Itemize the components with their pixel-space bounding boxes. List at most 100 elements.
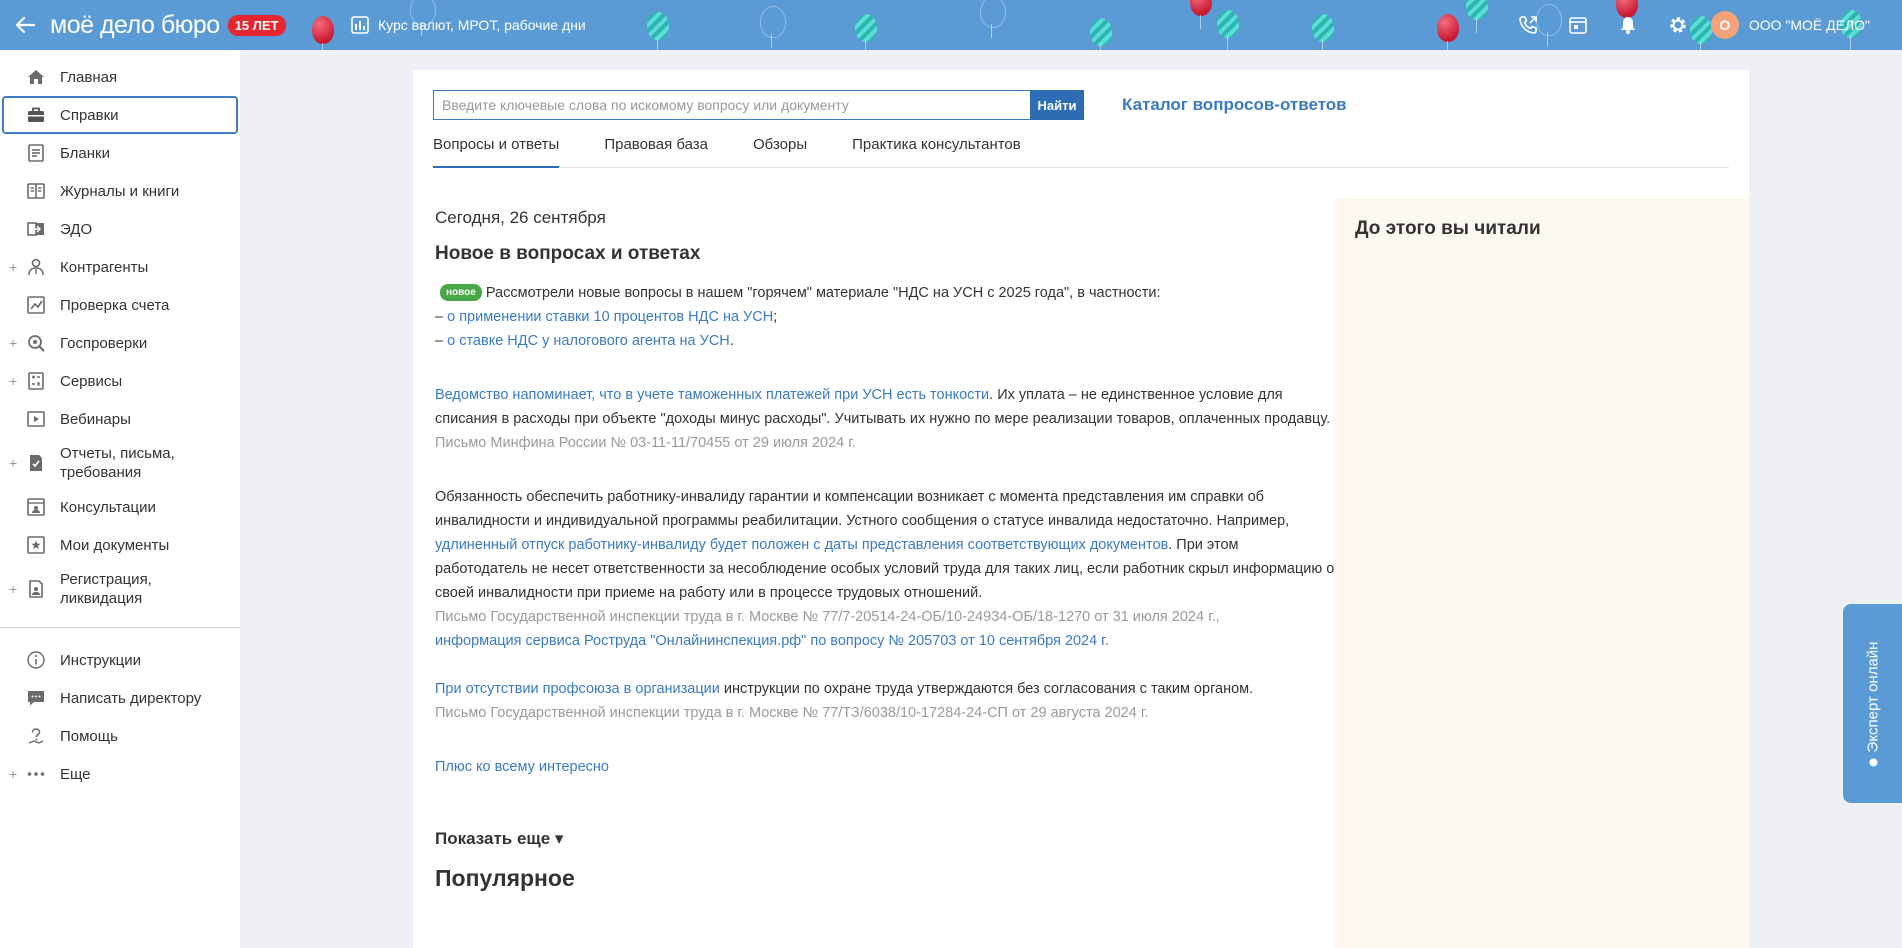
news-item: При отсутствии профсоюза в организации и…: [435, 677, 1335, 725]
tab-questions-answers[interactable]: Вопросы и ответы: [433, 136, 560, 168]
gear-icon[interactable]: [1653, 0, 1703, 50]
balloon-decoration: [980, 0, 1006, 38]
sidebar-item-edo[interactable]: ЭДО: [0, 210, 240, 248]
sidebar: Главная Справки Бланки Журналы и книги Э…: [0, 50, 240, 948]
rates-link-label: Курс валют, МРОТ, рабочие дни: [378, 17, 586, 33]
sidebar-item-instructions[interactable]: Инструкции: [0, 641, 240, 679]
sidebar-item-inspections[interactable]: + Госпроверки: [0, 324, 240, 362]
sidebar-item-label: Написать директору: [60, 689, 202, 707]
magnifier-icon: [26, 333, 46, 353]
recently-read-panel: До этого вы читали: [1335, 198, 1749, 948]
balloon-decoration: [647, 12, 669, 50]
news-item: Плюс ко всему интересно: [435, 755, 1335, 779]
new-badge: новое: [440, 284, 482, 301]
sidebar-item-references[interactable]: Справки: [2, 96, 238, 134]
sidebar-item-home[interactable]: Главная: [0, 58, 240, 96]
org-name: ООО "МОЁ ДЕЛО": [1748, 17, 1870, 33]
news-text: ;: [773, 309, 778, 325]
sidebar-item-write-director[interactable]: Написать директору: [0, 679, 240, 717]
search-input[interactable]: [433, 90, 1030, 120]
expand-plus-icon[interactable]: +: [9, 581, 17, 597]
expand-plus-icon[interactable]: +: [9, 259, 17, 275]
person-icon: [26, 257, 46, 277]
expert-online-label: Эксперт онлайн: [1864, 641, 1881, 766]
sidebar-item-help[interactable]: Помощь: [0, 717, 240, 755]
tab-reviews[interactable]: Обзоры: [753, 136, 807, 168]
sidebar-item-label: Сервисы: [60, 372, 123, 390]
news-link[interactable]: о применении ставки 10 процентов НДС на …: [447, 309, 773, 325]
message-icon: [26, 688, 46, 708]
bell-icon[interactable]: [1603, 0, 1653, 50]
video-icon: [26, 409, 46, 429]
organization-selector[interactable]: О ООО "МОЁ ДЕЛО": [1703, 11, 1902, 39]
help-icon: [26, 726, 46, 746]
sidebar-item-label: Справки: [60, 106, 119, 124]
news-text: Обязанность обеспечить работнику-инвалид…: [435, 489, 1290, 529]
sidebar-item-label: Главная: [60, 68, 118, 86]
anniversary-badge: 15 ЛЕТ: [227, 14, 286, 36]
sidebar-item-consultations[interactable]: Консультации: [0, 488, 240, 526]
sidebar-item-my-documents[interactable]: Мои документы: [0, 526, 240, 564]
more-dots-icon: [26, 764, 46, 784]
news-text: .: [729, 333, 734, 349]
news-feed: Сегодня, 26 сентября Новое в вопросах и …: [435, 208, 1335, 892]
balloon-decoration: [1312, 14, 1334, 50]
section-title: Новое в вопросах и ответах: [435, 243, 701, 264]
balloon-decoration: [855, 14, 877, 50]
balloon-decoration: [1090, 18, 1112, 50]
news-item: Обязанность обеспечить работнику-инвалид…: [435, 485, 1335, 653]
expand-plus-icon[interactable]: +: [9, 373, 17, 389]
main-content: Найти Каталог вопросов-ответов Вопросы и…: [413, 70, 1749, 948]
back-arrow-icon[interactable]: [0, 0, 50, 50]
news-text: инструкции по охране труда утверждаются …: [719, 681, 1254, 697]
news-item: Ведомство напоминает, что в учете таможе…: [435, 383, 1335, 455]
news-link[interactable]: о ставке НДС у налогового агента на УСН: [447, 333, 730, 349]
sidebar-divider: [0, 627, 240, 628]
sidebar-item-webinars[interactable]: Вебинары: [0, 400, 240, 438]
tab-consultant-practice[interactable]: Практика консультантов: [852, 136, 1021, 168]
expand-plus-icon[interactable]: +: [9, 766, 17, 782]
show-more-button[interactable]: Показать еще ▾: [435, 829, 1335, 849]
sidebar-item-services[interactable]: + Сервисы: [0, 362, 240, 400]
sidebar-item-contractors[interactable]: + Контрагенты: [0, 248, 240, 286]
sidebar-item-reports[interactable]: + Отчеты, письма, требования: [0, 438, 240, 488]
sidebar-item-label: Контрагенты: [60, 258, 149, 276]
calendar-icon[interactable]: [1553, 0, 1603, 50]
sidebar-item-forms[interactable]: Бланки: [0, 134, 240, 172]
list-dash: –: [435, 333, 444, 349]
catalog-link[interactable]: Каталог вопросов-ответов: [1122, 95, 1347, 115]
news-link[interactable]: При отсутствии профсоюза в организации: [435, 681, 720, 697]
sidebar-item-label: Инструкции: [60, 651, 142, 669]
logo[interactable]: моё дело бюро: [50, 11, 220, 40]
sidebar-item-label: Помощь: [60, 727, 118, 745]
sidebar-item-label: Еще: [60, 765, 91, 783]
org-avatar: О: [1710, 11, 1739, 39]
news-link[interactable]: Ведомство напоминает, что в учете таможе…: [435, 387, 989, 403]
news-link[interactable]: удлиненный отпуск работнику-инвалиду буд…: [435, 537, 1168, 553]
balloon-decoration: [312, 16, 334, 50]
sidebar-item-label: Консультации: [60, 498, 156, 516]
sidebar-item-label: Проверка счета: [60, 296, 170, 314]
tab-bar: Вопросы и ответы Правовая база Обзоры Пр…: [433, 136, 1729, 168]
info-icon: [26, 650, 46, 670]
expand-plus-icon[interactable]: +: [9, 455, 17, 471]
plus-interesting-link[interactable]: Плюс ко всему интересно: [435, 759, 609, 775]
rates-link[interactable]: Курс валют, МРОТ, рабочие дни: [350, 0, 586, 50]
news-source-link[interactable]: информация сервиса Роструда "Онлайнинспе…: [435, 633, 1109, 649]
sidebar-item-more[interactable]: + Еще: [0, 755, 240, 793]
tab-legal-base[interactable]: Правовая база: [604, 136, 708, 168]
phone-callback-icon[interactable]: [1503, 0, 1553, 50]
balloon-decoration: [1217, 10, 1239, 50]
balloon-decoration: [1466, 0, 1488, 33]
sidebar-item-label: Мои документы: [60, 536, 170, 554]
search-button[interactable]: Найти: [1030, 90, 1084, 120]
expand-plus-icon[interactable]: +: [9, 335, 17, 351]
book-icon: [26, 181, 46, 201]
popular-heading: Популярное: [435, 865, 575, 891]
news-text: Рассмотрели новые вопросы в нашем "горяч…: [485, 285, 1161, 301]
expert-online-button[interactable]: Эксперт онлайн: [1843, 604, 1902, 803]
sidebar-item-account-check[interactable]: Проверка счета: [0, 286, 240, 324]
sidebar-item-journals[interactable]: Журналы и книги: [0, 172, 240, 210]
sidebar-item-registration[interactable]: + Регистрация, ликвидация: [0, 564, 240, 614]
home-icon: [26, 67, 46, 87]
